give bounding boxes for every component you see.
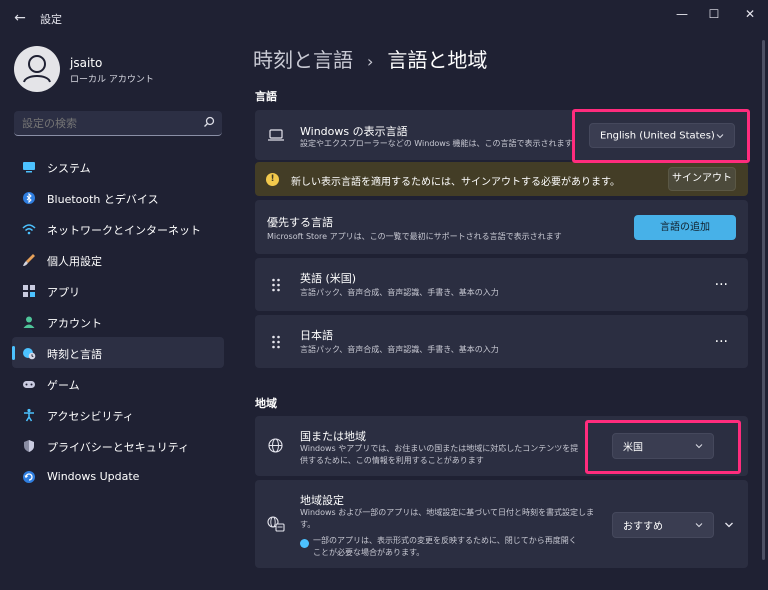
sidebar-item-accounts[interactable]: アカウント <box>12 306 224 337</box>
language-features: 言語パック、音声合成、音声認識、手書き、基本の入力 <box>300 288 499 297</box>
globe-icon <box>268 438 283 453</box>
country-region-card: 国または地域 Windows やアプリでは、お住まいの国または地域に対応したコン… <box>255 416 748 476</box>
shield-icon <box>24 440 34 452</box>
maximize-button[interactable]: ☐ <box>700 4 728 24</box>
person-icon <box>23 55 51 83</box>
warning-icon: ! <box>266 173 279 186</box>
preferred-languages-title: 優先する言語 <box>267 216 333 229</box>
drag-handle-icon[interactable] <box>271 335 281 349</box>
title-bar: ← 設定 — ☐ ✕ <box>0 0 768 36</box>
preferred-languages-description: Microsoft Store アプリは、この一覧で最初にサポートされる言語で表… <box>267 232 562 241</box>
sidebar-item-bluetooth[interactable]: Bluetooth とデバイス <box>12 182 224 213</box>
app-title: 設定 <box>40 13 62 26</box>
minimize-button[interactable]: — <box>668 4 696 24</box>
sidebar-item-label: システム <box>47 162 91 175</box>
sidebar-item-personalization[interactable]: 個人用設定 <box>12 244 224 275</box>
account-type: ローカル アカウント <box>70 75 154 85</box>
drag-handle-icon[interactable] <box>271 278 281 292</box>
monitor-icon <box>23 162 35 173</box>
display-language-description: 設定やエクスプローラーなどの Windows 機能は、この言語で表示されます。 <box>300 139 580 148</box>
sidebar-item-label: 時刻と言語 <box>47 348 102 361</box>
regional-format-icon <box>267 516 285 532</box>
section-title-language: 言語 <box>255 90 277 103</box>
sidebar-item-label: ネットワークとインターネット <box>47 224 201 237</box>
update-icon <box>23 471 35 483</box>
display-language-value: English (United States) <box>600 130 715 141</box>
active-indicator <box>12 346 15 360</box>
language-name: 英語 (米国) <box>300 272 357 285</box>
sidebar-item-windows-update[interactable]: Windows Update <box>12 461 224 492</box>
gamepad-icon <box>23 381 35 388</box>
close-button[interactable]: ✕ <box>736 4 764 24</box>
country-region-dropdown[interactable]: 米国 <box>612 433 714 459</box>
country-region-value: 米国 <box>623 442 643 454</box>
sidebar-item-system[interactable]: システム <box>12 151 224 182</box>
display-language-card: Windows の表示言語 設定やエクスプローラーなどの Windows 機能は… <box>255 110 748 160</box>
globe-clock-icon <box>23 348 36 360</box>
language-name: 日本語 <box>300 329 333 342</box>
avatar[interactable] <box>14 46 60 92</box>
breadcrumb-parent[interactable]: 時刻と言語 <box>253 48 353 72</box>
sidebar-item-time-language[interactable]: 時刻と言語 <box>12 337 224 368</box>
laptop-icon <box>268 129 284 141</box>
regional-format-dropdown[interactable]: おすすめ <box>612 512 714 538</box>
sidebar-item-network[interactable]: ネットワークとインターネット <box>12 213 224 244</box>
search-input[interactable] <box>22 116 192 132</box>
sidebar-item-label: Bluetooth とデバイス <box>47 193 159 206</box>
sidebar-item-label: ゲーム <box>47 379 80 392</box>
scrollbar[interactable] <box>762 40 765 560</box>
sidebar-item-apps[interactable]: アプリ <box>12 275 224 306</box>
more-options-button[interactable]: ··· <box>715 334 728 350</box>
user-name: jsaito <box>70 56 103 70</box>
chevron-down-icon <box>716 133 724 138</box>
add-language-button[interactable]: 言語の追加 <box>634 215 736 240</box>
sidebar-item-label: アプリ <box>47 286 80 299</box>
language-item-card[interactable]: 日本語 言語パック、音声合成、音声認識、手書き、基本の入力 ··· <box>255 315 748 368</box>
chevron-down-icon <box>695 444 703 449</box>
sidebar-item-label: プライバシーとセキュリティ <box>47 441 190 454</box>
search-icon[interactable] <box>202 115 216 129</box>
regional-format-title: 地域設定 <box>300 494 344 507</box>
brush-icon <box>23 254 35 266</box>
sign-out-button[interactable]: サインアウト <box>668 167 736 191</box>
chevron-down-icon <box>695 523 703 528</box>
warning-text: 新しい表示言語を適用するためには、サインアウトする必要があります。 <box>291 177 620 188</box>
section-title-region: 地域 <box>255 397 277 410</box>
wifi-icon <box>22 224 36 235</box>
display-language-dropdown[interactable]: English (United States) <box>589 123 735 148</box>
accessibility-icon <box>24 408 34 422</box>
display-language-title: Windows の表示言語 <box>300 125 408 138</box>
breadcrumb: 時刻と言語 › 言語と地域 <box>253 44 487 73</box>
language-item-card[interactable]: 英語 (米国) 言語パック、音声合成、音声認識、手書き、基本の入力 ··· <box>255 258 748 311</box>
info-icon <box>300 539 309 548</box>
regional-format-note: 一部のアプリは、表示形式の変更を反映するために、閉じてから再度開くことが必要な場… <box>313 536 577 557</box>
breadcrumb-separator: › <box>367 52 374 71</box>
sidebar-item-label: アクセシビリティ <box>47 410 134 423</box>
sidebar-item-label: 個人用設定 <box>47 255 102 268</box>
sidebar-item-label: Windows Update <box>47 470 140 483</box>
sidebar-item-privacy[interactable]: プライバシーとセキュリティ <box>12 430 224 461</box>
person-icon <box>23 316 35 328</box>
regional-format-card: 地域設定 Windows および一部のアプリは、地域設定に基づいて日付と時刻を書… <box>255 480 748 568</box>
country-region-title: 国または地域 <box>300 430 366 443</box>
back-button[interactable]: ← <box>10 8 30 28</box>
sidebar-nav: システム Bluetooth とデバイス ネットワークとインターネット 個人用設… <box>12 151 224 492</box>
warning-bar: ! 新しい表示言語を適用するためには、サインアウトする必要があります。 サインア… <box>255 162 748 196</box>
page-title: 言語と地域 <box>387 48 488 72</box>
country-region-description: Windows やアプリでは、お住まいの国または地域に対応したコンテンツを提供す… <box>300 444 579 465</box>
bluetooth-icon <box>23 192 35 204</box>
expand-chevron-icon[interactable] <box>724 520 734 530</box>
regional-format-description: Windows および一部のアプリは、地域設定に基づいて日付と時刻を書式設定しま… <box>300 508 595 529</box>
regional-format-value: おすすめ <box>623 521 663 533</box>
more-options-button[interactable]: ··· <box>715 277 728 293</box>
preferred-languages-card: 優先する言語 Microsoft Store アプリは、この一覧で最初にサポート… <box>255 200 748 254</box>
sidebar-item-gaming[interactable]: ゲーム <box>12 368 224 399</box>
language-features: 言語パック、音声合成、音声認識、手書き、基本の入力 <box>300 345 499 354</box>
sidebar-item-label: アカウント <box>47 317 102 330</box>
search-box[interactable] <box>14 111 222 136</box>
sidebar-item-accessibility[interactable]: アクセシビリティ <box>12 399 224 430</box>
apps-icon <box>23 285 35 297</box>
